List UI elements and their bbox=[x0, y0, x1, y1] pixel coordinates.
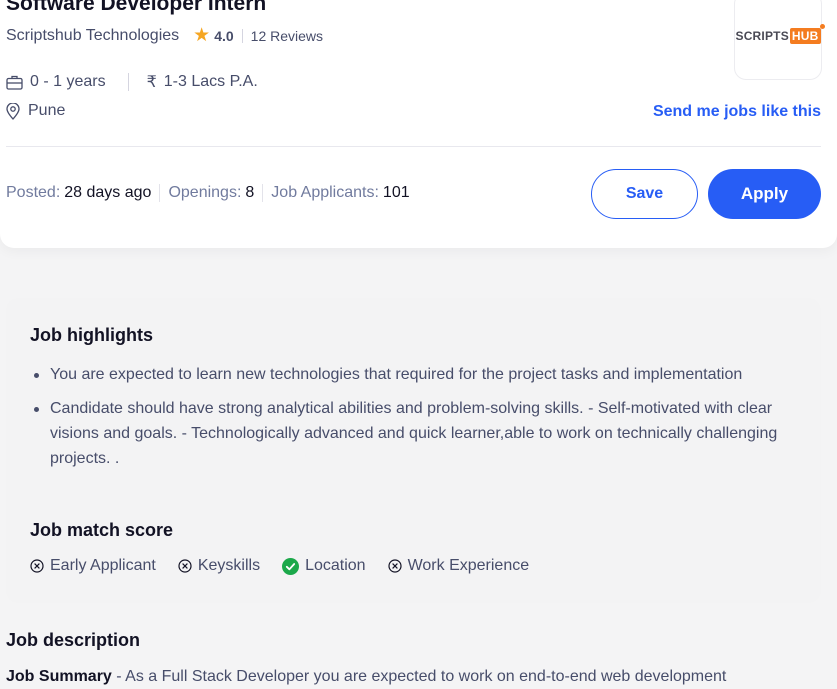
company-row: Scriptshub Technologies ★ 4.0 12 Reviews bbox=[6, 25, 323, 46]
job-highlights-title: Job highlights bbox=[30, 325, 153, 345]
rupee-icon: ₹ bbox=[146, 74, 157, 91]
job-description-text: Job Summary - As a Full Stack Developer … bbox=[6, 668, 826, 686]
divider bbox=[262, 184, 264, 202]
divider bbox=[127, 73, 129, 91]
job-match-row: Early Applicant Keyskills Location Work … bbox=[30, 557, 551, 575]
company-rating: 4.0 bbox=[214, 28, 234, 44]
match-item-early-applicant: Early Applicant bbox=[30, 557, 156, 575]
apply-button[interactable]: Apply bbox=[708, 169, 821, 219]
job-highlights-list: You are expected to learn new technologi… bbox=[30, 362, 800, 480]
job-highlights-section: Job highlights You are expected to learn… bbox=[6, 298, 821, 603]
cross-circle-icon bbox=[30, 559, 44, 573]
divider bbox=[159, 184, 161, 202]
star-icon: ★ bbox=[193, 25, 211, 46]
openings-label: Openings: bbox=[168, 184, 242, 201]
job-match-title: Job match score bbox=[30, 520, 174, 540]
list-item: You are expected to learn new technologi… bbox=[30, 362, 800, 387]
posted-value: 28 days ago bbox=[64, 184, 152, 201]
divider bbox=[6, 146, 821, 147]
location: Pune bbox=[6, 102, 65, 120]
send-similar-jobs-link[interactable]: Send me jobs like this bbox=[653, 103, 821, 121]
applicants-value: 101 bbox=[382, 184, 410, 201]
cross-circle-icon bbox=[178, 559, 192, 573]
briefcase-icon bbox=[6, 75, 23, 90]
divider bbox=[241, 29, 243, 43]
job-title: Software Developer Intern bbox=[6, 0, 267, 15]
applicants-label: Job Applicants: bbox=[271, 184, 379, 201]
location-value[interactable]: Pune bbox=[28, 102, 65, 120]
save-button[interactable]: Save bbox=[591, 169, 698, 219]
match-item-work-experience: Work Experience bbox=[387, 557, 529, 575]
posted-label: Posted: bbox=[6, 184, 61, 201]
experience-value: 0 - 1 years bbox=[30, 73, 106, 90]
salary-value: 1-3 Lacs P.A. bbox=[163, 73, 258, 90]
experience: 0 - 1 years bbox=[6, 73, 106, 91]
salary: ₹ 1-3 Lacs P.A. bbox=[147, 72, 258, 92]
match-item-keyskills: Keyskills bbox=[178, 557, 260, 575]
job-summary-text: - As a Full Stack Developer you are expe… bbox=[111, 668, 727, 685]
openings-value: 8 bbox=[245, 184, 255, 201]
check-circle-icon bbox=[282, 557, 300, 575]
job-stats: Posted: 28 days ago Openings: 8 Job Appl… bbox=[6, 184, 410, 202]
job-meta-row: 0 - 1 years ₹ 1-3 Lacs P.A. bbox=[6, 72, 258, 92]
list-item: Candidate should have strong analytical … bbox=[30, 396, 800, 471]
job-description-title: Job description bbox=[6, 630, 141, 650]
cross-circle-icon bbox=[387, 559, 402, 573]
company-name[interactable]: Scriptshub Technologies bbox=[6, 27, 179, 45]
match-item-location: Location bbox=[282, 557, 366, 575]
job-summary-label: Job Summary bbox=[6, 668, 112, 685]
location-pin-icon bbox=[6, 102, 20, 120]
reviews-link[interactable]: 12 Reviews bbox=[251, 28, 323, 44]
company-logo[interactable]: SCRIPTS HUB bbox=[734, 0, 825, 80]
job-header-card: Software Developer Intern Scriptshub Tec… bbox=[0, 0, 837, 248]
